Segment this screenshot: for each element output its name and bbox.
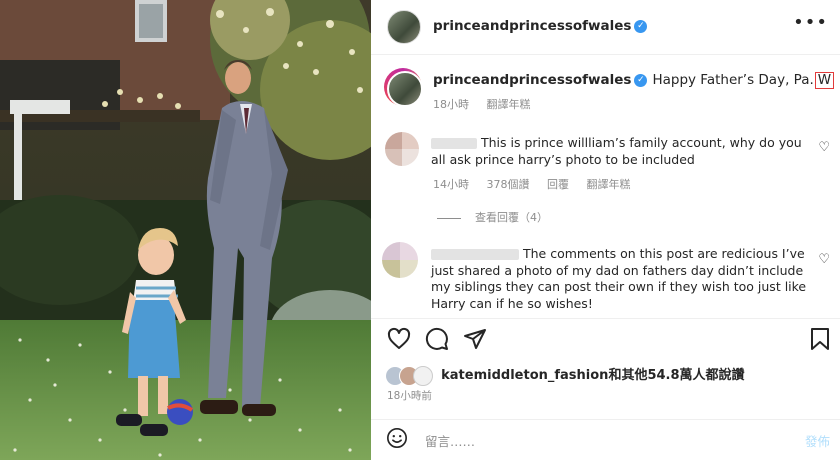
like-heart-icon[interactable]: [387, 327, 411, 351]
comment-avatar[interactable]: [385, 132, 419, 166]
comment-bubble-icon[interactable]: [425, 327, 449, 351]
comment-time: 14小時: [433, 178, 469, 191]
father-and-son-photo: [0, 0, 371, 460]
caption-time: 18小時: [433, 98, 469, 111]
post-timestamp: 18小時前: [387, 390, 432, 402]
comment-reply-link[interactable]: 回覆: [547, 178, 569, 191]
liker-avatar: [413, 365, 433, 386]
header-divider: [371, 54, 840, 55]
verified-badge-icon: ✓: [634, 19, 648, 33]
comment-text: This is prince willliam’s family account…: [431, 135, 802, 167]
save-bookmark-icon[interactable]: [809, 327, 831, 351]
caption-text: Happy Father’s Day, Pa.: [652, 72, 814, 88]
account-avatar[interactable]: [387, 10, 421, 44]
post-comment-button[interactable]: 發佈: [805, 431, 830, 450]
comment-input-row: 留言…… 發佈: [371, 420, 840, 460]
share-paper-plane-icon[interactable]: [463, 327, 487, 351]
account-username[interactable]: princeandprincessofwales: [433, 18, 631, 34]
blurred-avatar-icon: [385, 132, 419, 166]
blurred-username[interactable]: [431, 138, 477, 149]
blurred-avatar-icon: [382, 242, 418, 278]
post-photo[interactable]: [0, 0, 371, 460]
comment-like-heart-icon[interactable]: ♡: [818, 252, 830, 267]
view-replies-link[interactable]: 查看回覆（4）: [437, 209, 548, 225]
likes-summary[interactable]: katemiddleton_fashion和其他54.8萬人都說讚: [385, 364, 745, 386]
actions-divider: [371, 318, 840, 319]
post-detail-pane: princeandprincessofwales ✓ ••• princeandp…: [371, 0, 840, 460]
blurred-username[interactable]: [431, 249, 519, 260]
comment-like-heart-icon[interactable]: ♡: [818, 140, 830, 155]
comment-translate-link[interactable]: 翻譯年糕: [587, 178, 631, 191]
caption-translate-link[interactable]: 翻譯年糕: [487, 98, 531, 111]
comment-likes[interactable]: 378個讚: [487, 178, 530, 191]
comment-input[interactable]: 留言……: [425, 431, 475, 450]
emoji-smiley-icon[interactable]: [386, 427, 408, 449]
view-replies-label: 查看回覆（4）: [475, 211, 548, 224]
caption-username[interactable]: princeandprincessofwales: [433, 72, 631, 88]
replies-divider: [437, 217, 461, 219]
caption-avatar[interactable]: [387, 71, 423, 107]
verified-badge-icon: ✓: [634, 73, 648, 87]
caption-highlight: W: [814, 72, 835, 89]
comment-avatar[interactable]: [382, 242, 418, 278]
more-dots-icon[interactable]: •••: [793, 12, 828, 33]
likes-text: katemiddleton_fashion和其他54.8萬人都說讚: [441, 368, 745, 383]
